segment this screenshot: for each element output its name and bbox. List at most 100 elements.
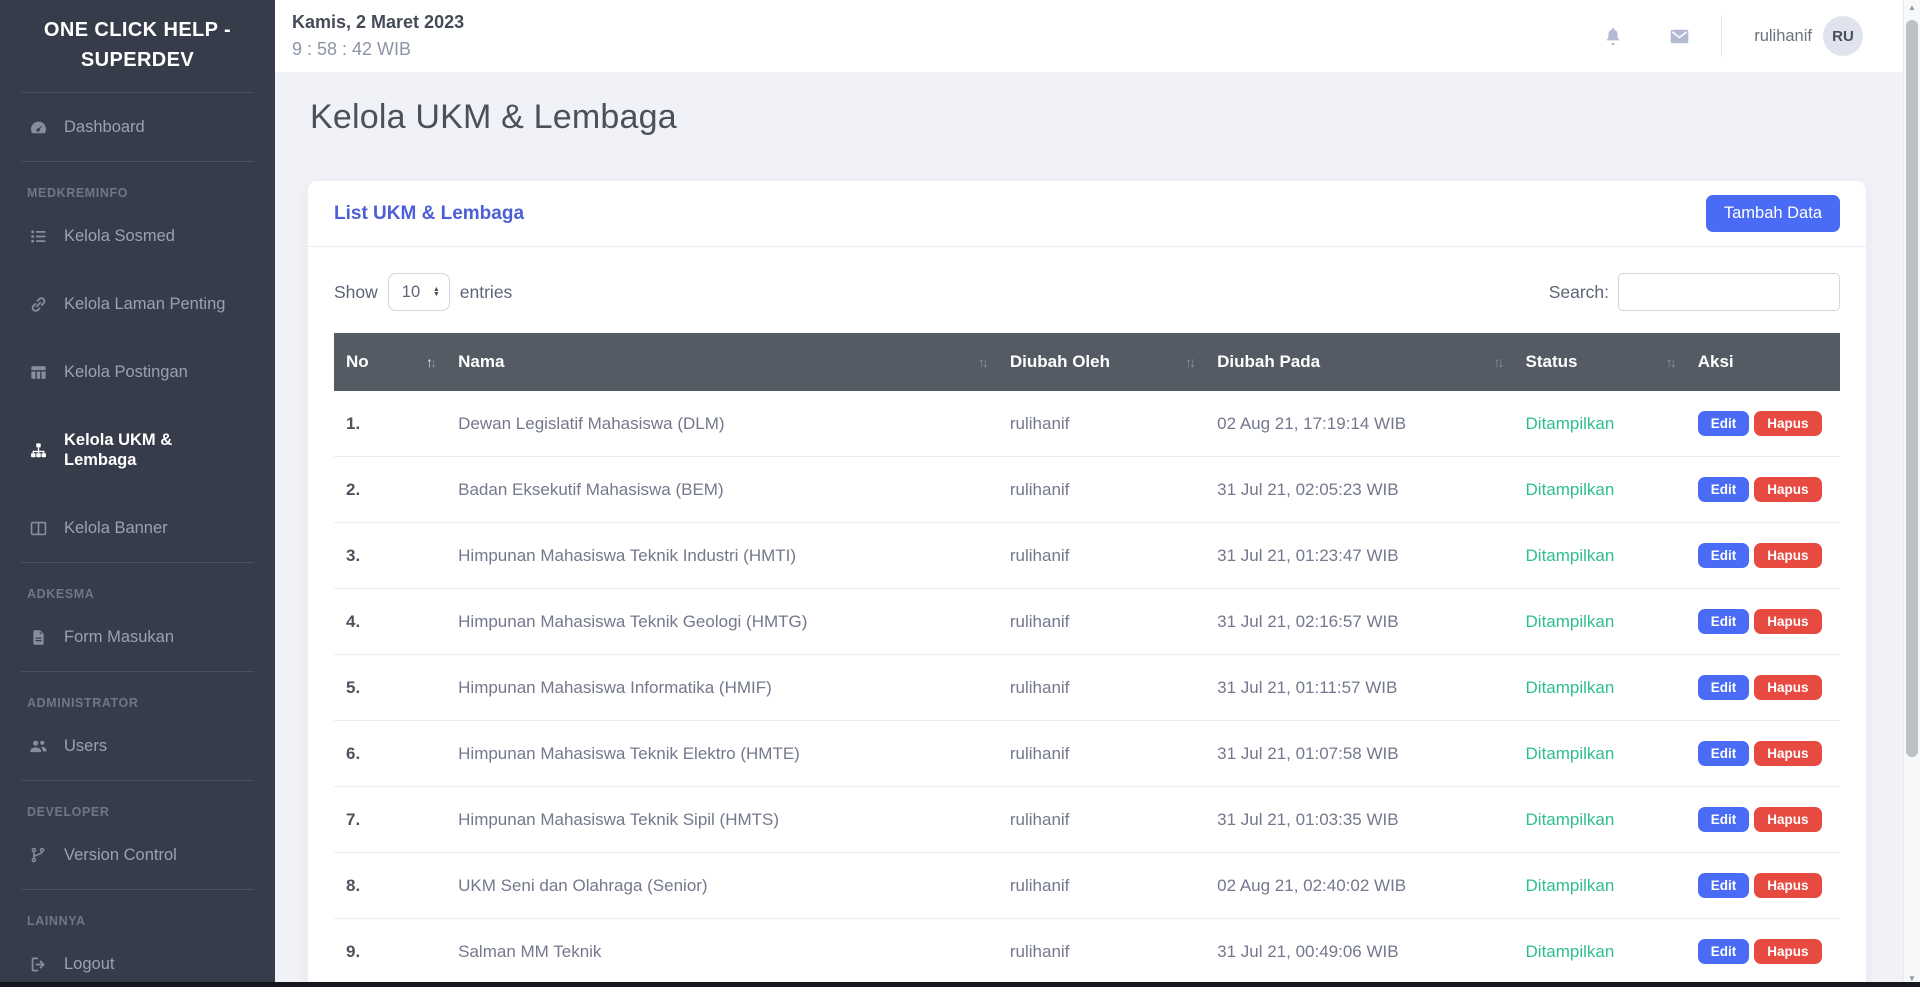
table-header-row: No ↑↓ Nama ↑↓ Diubah Oleh ↑↓ Diubah Pada ↑↓ … bbox=[334, 333, 1840, 391]
sidebar-item-label: Kelola Banner bbox=[64, 519, 168, 537]
edit-button[interactable]: Edit bbox=[1697, 477, 1750, 502]
scroll-up-icon[interactable]: ▲ bbox=[1904, 3, 1920, 12]
table-row: 2. Badan Eksekutif Mahasiswa (BEM) rulih… bbox=[334, 456, 1840, 523]
brand-title: ONE CLICK HELP - SUPERDEV bbox=[43, 19, 232, 71]
col-diubah-oleh[interactable]: Diubah Oleh ↑↓ bbox=[997, 333, 1206, 391]
row-updated-by: rulihanif bbox=[997, 918, 1206, 985]
sidebar-item-label: Logout bbox=[64, 955, 115, 973]
edit-button[interactable]: Edit bbox=[1697, 609, 1750, 634]
columns-icon bbox=[27, 519, 49, 538]
users-icon bbox=[27, 736, 49, 756]
col-status[interactable]: Status ↑↓ bbox=[1513, 333, 1686, 391]
select-arrows-icon: ▲ ▼ bbox=[432, 285, 440, 298]
show-label: Show bbox=[334, 281, 378, 302]
row-updated-by: rulihanif bbox=[997, 654, 1206, 721]
table-icon bbox=[27, 363, 49, 382]
delete-button[interactable]: Hapus bbox=[1754, 609, 1822, 634]
sidebar-item-kelola-laman-penting[interactable]: Kelola Laman Penting bbox=[0, 270, 275, 338]
row-updated-at: 02 Aug 21, 02:40:02 WIB bbox=[1205, 852, 1514, 919]
delete-button[interactable]: Hapus bbox=[1754, 543, 1822, 568]
sidebar-item-kelola-postingan[interactable]: Kelola Postingan bbox=[0, 338, 275, 406]
username: rulihanif bbox=[1754, 26, 1812, 45]
delete-button[interactable]: Hapus bbox=[1754, 411, 1822, 436]
status-badge: Ditampilkan bbox=[1525, 413, 1615, 433]
delete-button[interactable]: Hapus bbox=[1754, 741, 1822, 766]
sidebar-item-kelola-banner[interactable]: Kelola Banner bbox=[0, 494, 275, 562]
envelope-icon[interactable] bbox=[1668, 25, 1691, 48]
list-icon bbox=[27, 227, 49, 246]
status-badge: Ditampilkan bbox=[1525, 479, 1615, 499]
sort-icon: ↑↓ bbox=[426, 354, 437, 370]
status-badge: Ditampilkan bbox=[1525, 875, 1615, 895]
col-nama[interactable]: Nama ↑↓ bbox=[446, 333, 998, 391]
row-updated-by: rulihanif bbox=[997, 786, 1206, 853]
sidebar-item-label: Users bbox=[64, 737, 108, 755]
edit-button[interactable]: Edit bbox=[1697, 543, 1750, 568]
sidebar-item-dashboard[interactable]: Dashboard bbox=[0, 93, 275, 161]
section-label-developer: DEVELOPER bbox=[27, 805, 110, 819]
col-aksi: Aksi bbox=[1685, 333, 1840, 391]
app-window: ONE CLICK HELP - SUPERDEV Dashboard MEDK… bbox=[0, 0, 1920, 987]
search-label: Search: bbox=[1548, 281, 1609, 302]
row-updated-at: 31 Jul 21, 01:11:57 WIB bbox=[1205, 654, 1514, 721]
delete-button[interactable]: Hapus bbox=[1754, 939, 1822, 964]
edit-button[interactable]: Edit bbox=[1697, 411, 1750, 436]
sidebar-item-form-masukan[interactable]: Form Masukan bbox=[0, 603, 275, 671]
delete-button[interactable]: Hapus bbox=[1754, 675, 1822, 700]
section-label-lainnya: LAINNYA bbox=[27, 914, 86, 928]
edit-button[interactable]: Edit bbox=[1697, 939, 1750, 964]
sitemap-icon bbox=[27, 441, 49, 460]
sidebar-item-users[interactable]: Users bbox=[0, 712, 275, 780]
code-branch-icon bbox=[27, 846, 49, 864]
sort-icon: ↑↓ bbox=[1493, 354, 1505, 370]
section-label-administrator: ADMINISTRATOR bbox=[27, 696, 139, 710]
row-updated-at: 31 Jul 21, 02:05:23 WIB bbox=[1205, 456, 1514, 523]
row-name: Dewan Legislatif Mahasiswa (DLM) bbox=[446, 391, 998, 457]
sidebar-item-logout[interactable]: Logout bbox=[0, 930, 275, 987]
add-data-button[interactable]: Tambah Data bbox=[1705, 195, 1840, 232]
table-row: 1. Dewan Legislatif Mahasiswa (DLM) ruli… bbox=[334, 391, 1840, 457]
sidebar-item-kelola-sosmed[interactable]: Kelola Sosmed bbox=[0, 202, 275, 270]
status-badge: Ditampilkan bbox=[1525, 545, 1615, 565]
col-no[interactable]: No ↑↓ bbox=[334, 333, 447, 391]
sidebar-item-version-control[interactable]: Version Control bbox=[0, 821, 275, 889]
status-badge: Ditampilkan bbox=[1525, 677, 1615, 697]
sidebar-item-label: Kelola Sosmed bbox=[64, 227, 175, 245]
row-name: Himpunan Mahasiswa Teknik Elektro (HMTE) bbox=[446, 720, 998, 787]
search-input[interactable] bbox=[1618, 273, 1840, 311]
sidebar-item-kelola-ukm-lembaga[interactable]: Kelola UKM & Lembaga bbox=[0, 406, 275, 494]
section-label-medkreminfo: MEDKREMINFO bbox=[27, 186, 129, 200]
delete-button[interactable]: Hapus bbox=[1754, 807, 1822, 832]
row-number: 2. bbox=[334, 456, 447, 523]
delete-button[interactable]: Hapus bbox=[1754, 477, 1822, 502]
topbar-actions: rulihanif RU bbox=[1602, 15, 1863, 57]
edit-button[interactable]: Edit bbox=[1697, 741, 1750, 766]
delete-button[interactable]: Hapus bbox=[1754, 873, 1822, 898]
edit-button[interactable]: Edit bbox=[1697, 873, 1750, 898]
table-row: 6. Himpunan Mahasiswa Teknik Elektro (HM… bbox=[334, 720, 1840, 787]
col-diubah-pada[interactable]: Diubah Pada ↑↓ bbox=[1205, 333, 1514, 391]
edit-button[interactable]: Edit bbox=[1697, 807, 1750, 832]
table-row: 5. Himpunan Mahasiswa Informatika (HMIF)… bbox=[334, 654, 1840, 721]
status-badge: Ditampilkan bbox=[1525, 941, 1615, 961]
current-time: 9 : 58 : 42 WIB bbox=[292, 39, 412, 59]
scrollbar-thumb[interactable] bbox=[1906, 20, 1918, 757]
row-name: Himpunan Mahasiswa Informatika (HMIF) bbox=[446, 654, 998, 721]
card-header: List UKM & Lembaga Tambah Data bbox=[308, 181, 1866, 247]
row-name: Himpunan Mahasiswa Teknik Sipil (HMTS) bbox=[446, 786, 998, 853]
scrollbar[interactable]: ▲ ▼ bbox=[1903, 0, 1920, 987]
page-title: Kelola UKM & Lembaga bbox=[310, 98, 677, 136]
entries-label: entries bbox=[459, 281, 513, 302]
edit-button[interactable]: Edit bbox=[1697, 675, 1750, 700]
page-length-control: Show 10 ▲ ▼ entries bbox=[334, 273, 512, 311]
row-updated-by: rulihanif bbox=[997, 391, 1206, 457]
dashboard-icon bbox=[27, 118, 49, 137]
bell-icon[interactable] bbox=[1602, 25, 1624, 47]
avatar[interactable]: RU bbox=[1823, 16, 1863, 56]
entries-select[interactable]: 10 ▲ ▼ bbox=[387, 273, 450, 311]
row-number: 9. bbox=[334, 918, 447, 985]
sidebar-item-label: Kelola UKM & Lembaga bbox=[64, 431, 173, 469]
sort-icon: ↑↓ bbox=[1665, 354, 1677, 370]
sort-icon: ↑↓ bbox=[1185, 354, 1196, 370]
sidebar-item-label: Dashboard bbox=[64, 118, 145, 136]
